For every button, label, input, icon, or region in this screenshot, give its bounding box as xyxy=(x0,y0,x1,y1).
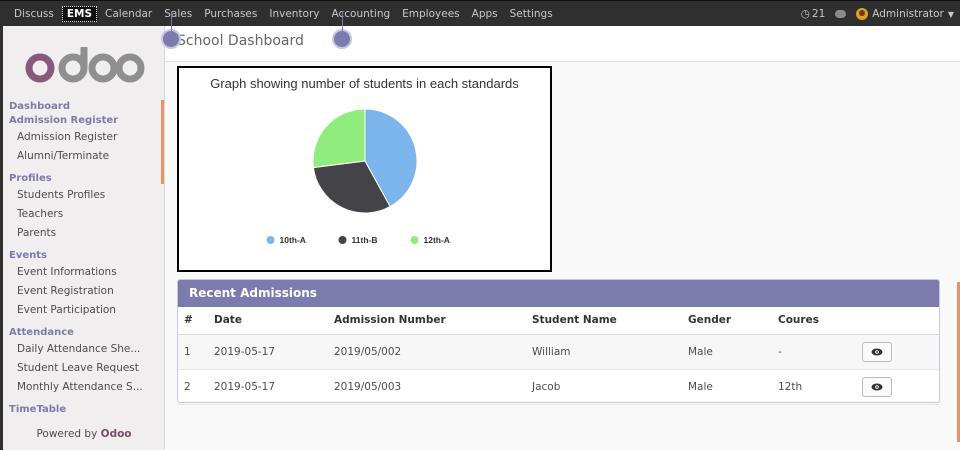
table-cell: 1 xyxy=(178,334,208,370)
sidebar-item[interactable]: Daily Attendance She... xyxy=(3,340,164,359)
caret-down-icon: ▼ xyxy=(947,9,954,19)
breadcrumb: School Dashboard xyxy=(165,26,960,62)
sidebar-section-attendance[interactable]: Attendance xyxy=(3,326,164,340)
eye-icon xyxy=(871,383,883,390)
panel-title: Recent Admissions xyxy=(178,280,939,307)
sidebar-section-dashboard[interactable]: Dashboard xyxy=(3,100,164,114)
menu-item-employees[interactable]: Employees xyxy=(396,8,465,20)
sidebar-section-profiles[interactable]: Profiles xyxy=(3,172,164,186)
admissions-table: # Date Admission Number Student Name Gender C… xyxy=(178,307,939,405)
column-header: # xyxy=(178,307,208,335)
sidebar-item[interactable]: Event Registration xyxy=(3,282,164,301)
tour-tip-dot[interactable] xyxy=(161,11,181,49)
user-name: Administrator xyxy=(872,8,944,20)
column-header: Student Name xyxy=(526,307,682,335)
table-cell: 2 xyxy=(178,369,208,405)
pie-chart: 10th-A 11th-B 12th-A xyxy=(266,108,450,245)
table-cell: 12th xyxy=(772,369,850,405)
column-header: Date xyxy=(208,307,328,335)
menu-item-settings[interactable]: Settings xyxy=(504,8,559,20)
view-button[interactable] xyxy=(862,341,892,362)
sidebar-section-admission-register[interactable]: Admission Register xyxy=(3,114,164,128)
avatar xyxy=(856,8,869,20)
sidebar-item[interactable]: Monthly Attendance S... xyxy=(3,378,164,397)
table-cell: Male xyxy=(682,369,772,405)
legend-marker xyxy=(410,236,419,244)
eye-icon xyxy=(871,348,883,355)
table-cell-action xyxy=(850,369,939,405)
legend-label: 10th-A xyxy=(280,235,306,245)
sidebar-item[interactable]: Admission Register xyxy=(3,128,164,147)
legend-marker xyxy=(338,236,347,244)
sidebar-scroll-indicator xyxy=(161,100,164,184)
table-cell: Male xyxy=(682,334,772,370)
navbar-right: ◷ 21 Administrator ▼ xyxy=(791,1,954,27)
table-cell: 2019-05-17 xyxy=(208,334,328,370)
notification-count: 21 xyxy=(811,8,826,20)
activity-button[interactable]: ◷ 21 xyxy=(801,8,826,20)
column-header-actions xyxy=(850,307,939,335)
main-menu: Discuss EMS Calendar Sales Purchases Inventor… xyxy=(0,5,559,22)
legend-label: 12th-A xyxy=(424,235,450,245)
recent-admissions-panel: Recent Admissions # Date Admission Number S… xyxy=(177,279,940,405)
column-header: Admission Number xyxy=(328,307,526,335)
menu-item-apps[interactable]: Apps xyxy=(466,8,504,20)
pie-slice-12th-A[interactable] xyxy=(312,108,366,169)
table-cell: William xyxy=(526,334,682,370)
menu-item-inventory[interactable]: Inventory xyxy=(263,8,325,20)
column-header: Coures xyxy=(772,307,850,335)
sidebar-item[interactable]: Parents xyxy=(3,224,164,243)
legend-label: 11th-B xyxy=(352,235,378,245)
menu-item-calendar[interactable]: Calendar xyxy=(99,8,158,20)
sidebar-item[interactable]: Student Leave Request xyxy=(3,359,164,378)
sidebar-section-timetable[interactable]: TimeTable xyxy=(3,403,164,417)
students-chart: Graph showing number of students in each… xyxy=(177,66,552,272)
table-cell: 2019-05-17 xyxy=(208,369,328,405)
main-content: School Dashboard Graph showing number of… xyxy=(161,11,960,450)
view-button[interactable] xyxy=(862,376,892,397)
sidebar-item[interactable]: Event Participation xyxy=(3,301,164,320)
legend-marker xyxy=(266,236,275,244)
top-navbar: Discuss EMS Calendar Sales Purchases Inventor… xyxy=(0,0,960,26)
tour-tip-dot[interactable] xyxy=(332,11,352,49)
legend-item-11th-B[interactable]: 11th-B xyxy=(338,235,378,245)
table-row[interactable]: 2 2019-05-17 2019/05/003 Jacob Male 12th xyxy=(178,369,939,405)
sidebar-item[interactable]: Alumni/Terminate xyxy=(3,147,164,166)
menu-item-accounting[interactable]: Accounting xyxy=(326,8,397,20)
menu-item-discuss[interactable]: Discuss xyxy=(8,8,60,20)
column-header: Gender xyxy=(682,307,772,335)
sidebar-section-events[interactable]: Events xyxy=(3,249,164,263)
table-cell-action xyxy=(850,334,939,370)
sidebar-item[interactable]: Event Informations xyxy=(3,263,164,282)
menu-item-purchases[interactable]: Purchases xyxy=(198,8,263,20)
messages-button[interactable] xyxy=(835,10,847,18)
sidebar: Dashboard Admission Register Admission Reg… xyxy=(0,26,165,450)
table-header: # Date Admission Number Student Name Gender C… xyxy=(178,307,939,335)
table-cell: - xyxy=(772,334,850,370)
clock-icon: ◷ xyxy=(800,8,810,20)
sidebar-item[interactable]: Students Profiles xyxy=(3,186,164,205)
odoo-logo xyxy=(3,26,164,100)
page-title: School Dashboard xyxy=(177,33,304,49)
user-menu[interactable]: Administrator ▼ xyxy=(856,8,954,20)
table-cell: Jacob xyxy=(526,369,682,405)
table-cell: 2019/05/003 xyxy=(328,369,526,405)
legend-item-12th-A[interactable]: 12th-A xyxy=(410,235,450,245)
chat-icon xyxy=(835,10,847,18)
table-cell: 2019/05/002 xyxy=(328,334,526,370)
sidebar-item[interactable]: Teachers xyxy=(3,205,164,224)
legend-item-10th-A[interactable]: 10th-A xyxy=(266,235,306,245)
powered-by: Powered by Odoo xyxy=(36,428,132,440)
powered-by-brand[interactable]: Odoo xyxy=(101,428,132,440)
menu-item-sales[interactable]: Sales xyxy=(158,8,198,20)
menu-item-ems[interactable]: EMS xyxy=(61,5,98,22)
sidebar-menu: Dashboard Admission Register Admission Reg… xyxy=(3,100,164,417)
table-row[interactable]: 1 2019-05-17 2019/05/002 William Male - xyxy=(178,334,939,370)
